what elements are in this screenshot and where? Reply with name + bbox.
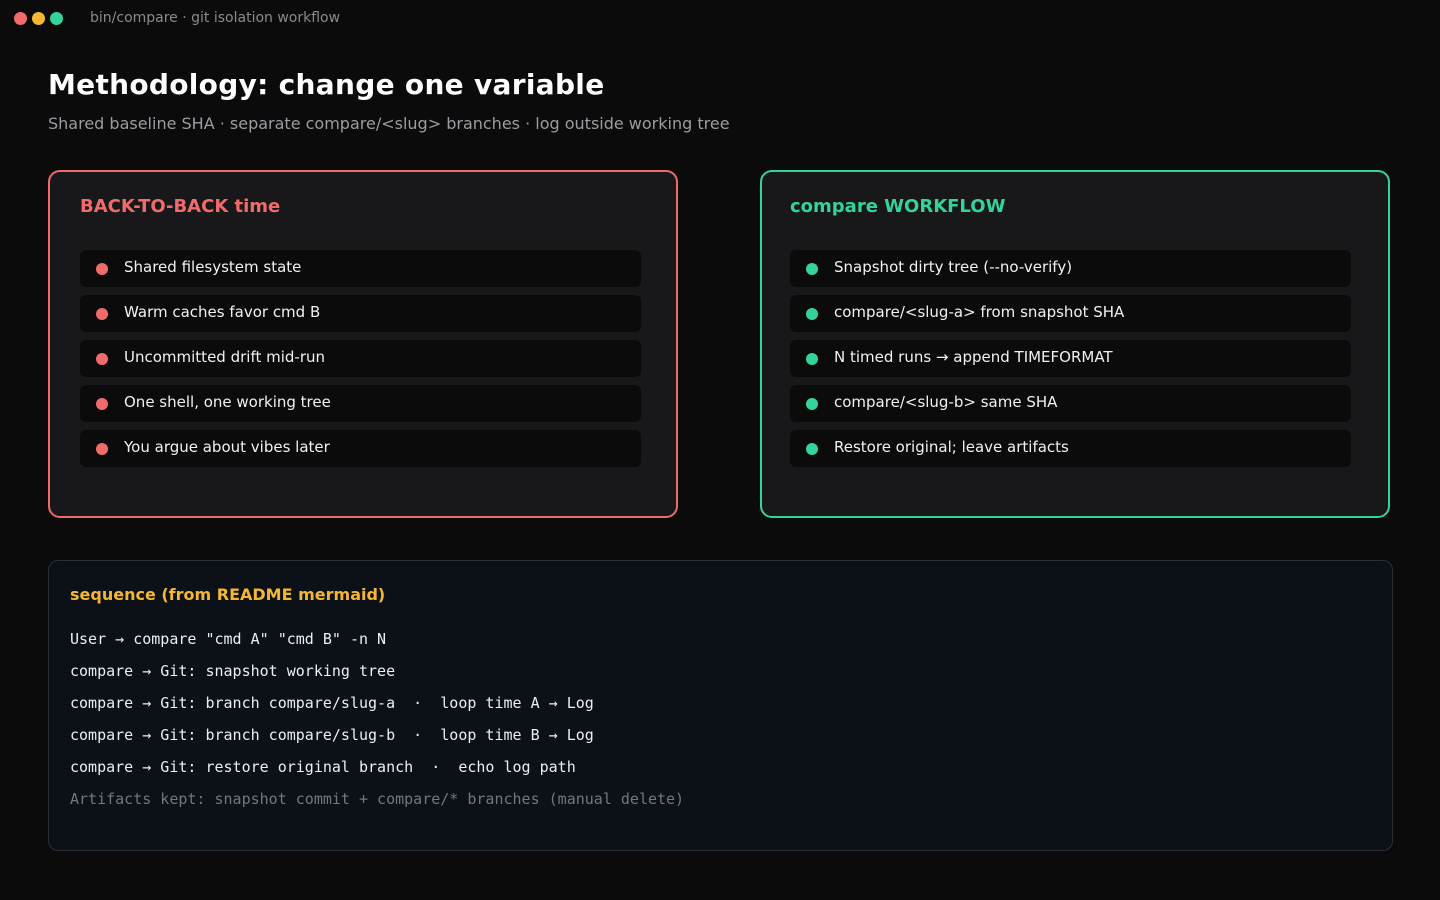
sequence-panel-title: sequence (from README mermaid) bbox=[70, 585, 386, 604]
sequence-step: compare → Git: branch compare/slug-b · l… bbox=[70, 726, 594, 744]
page-title: Methodology: change one variable bbox=[48, 68, 605, 101]
bullet-dot-icon bbox=[96, 398, 108, 410]
close-window-button[interactable] bbox=[14, 12, 27, 25]
list-item-label: N timed runs → append TIMEFORMAT bbox=[834, 348, 1113, 366]
list-item: You argue about vibes later bbox=[80, 430, 641, 467]
list-item: One shell, one working tree bbox=[80, 385, 641, 422]
bullet-dot-icon bbox=[96, 263, 108, 275]
list-item-label: Restore original; leave artifacts bbox=[834, 438, 1069, 456]
back-to-back-list: Shared filesystem state Warm caches favo… bbox=[80, 250, 641, 475]
bullet-dot-icon bbox=[806, 263, 818, 275]
bullet-dot-icon bbox=[96, 353, 108, 365]
compare-workflow-panel-title: compare WORKFLOW bbox=[790, 196, 1006, 217]
list-item-label: Warm caches favor cmd B bbox=[124, 303, 321, 321]
list-item: Uncommitted drift mid-run bbox=[80, 340, 641, 377]
sequence-step: compare → Git: branch compare/slug-a · l… bbox=[70, 694, 594, 712]
list-item: Warm caches favor cmd B bbox=[80, 295, 641, 332]
back-to-back-panel: BACK-TO-BACK time Shared filesystem stat… bbox=[48, 170, 678, 518]
bullet-dot-icon bbox=[806, 443, 818, 455]
bullet-dot-icon bbox=[806, 398, 818, 410]
sequence-panel: sequence (from README mermaid) User → co… bbox=[48, 560, 1393, 851]
list-item: compare/<slug-b> same SHA bbox=[790, 385, 1351, 422]
minimize-window-button[interactable] bbox=[32, 12, 45, 25]
bullet-dot-icon bbox=[96, 443, 108, 455]
page-subtitle: Shared baseline SHA · separate compare/<… bbox=[48, 114, 730, 133]
sequence-step: compare → Git: snapshot working tree bbox=[70, 662, 396, 680]
list-item-label: Shared filesystem state bbox=[124, 258, 302, 276]
sequence-step: compare → Git: restore original branch ·… bbox=[70, 758, 576, 776]
sequence-steps: User → compare "cmd A" "cmd B" -n N comp… bbox=[70, 629, 684, 809]
list-item: Restore original; leave artifacts bbox=[790, 430, 1351, 467]
compare-workflow-list: Snapshot dirty tree (--no-verify) compar… bbox=[790, 250, 1351, 475]
list-item-label: Snapshot dirty tree (--no-verify) bbox=[834, 258, 1073, 276]
list-item-label: Uncommitted drift mid-run bbox=[124, 348, 325, 366]
list-item: compare/<slug-a> from snapshot SHA bbox=[790, 295, 1351, 332]
list-item-label: One shell, one working tree bbox=[124, 393, 331, 411]
list-item: Snapshot dirty tree (--no-verify) bbox=[790, 250, 1351, 287]
bullet-dot-icon bbox=[96, 308, 108, 320]
bullet-dot-icon bbox=[806, 353, 818, 365]
window-title: bin/compare · git isolation workflow bbox=[90, 10, 341, 26]
maximize-window-button[interactable] bbox=[50, 12, 63, 25]
list-item-label: compare/<slug-b> same SHA bbox=[834, 393, 1058, 411]
compare-workflow-panel: compare WORKFLOW Snapshot dirty tree (--… bbox=[760, 170, 1390, 518]
list-item: Shared filesystem state bbox=[80, 250, 641, 287]
sequence-footnote: Artifacts kept: snapshot commit + compar… bbox=[70, 790, 685, 808]
title-bar: bin/compare · git isolation workflow bbox=[0, 0, 1440, 38]
list-item: N timed runs → append TIMEFORMAT bbox=[790, 340, 1351, 377]
sequence-step: User → compare "cmd A" "cmd B" -n N bbox=[70, 630, 387, 648]
list-item-label: compare/<slug-a> from snapshot SHA bbox=[834, 303, 1125, 321]
list-item-label: You argue about vibes later bbox=[124, 438, 330, 456]
bullet-dot-icon bbox=[806, 308, 818, 320]
back-to-back-panel-title: BACK-TO-BACK time bbox=[80, 196, 281, 217]
